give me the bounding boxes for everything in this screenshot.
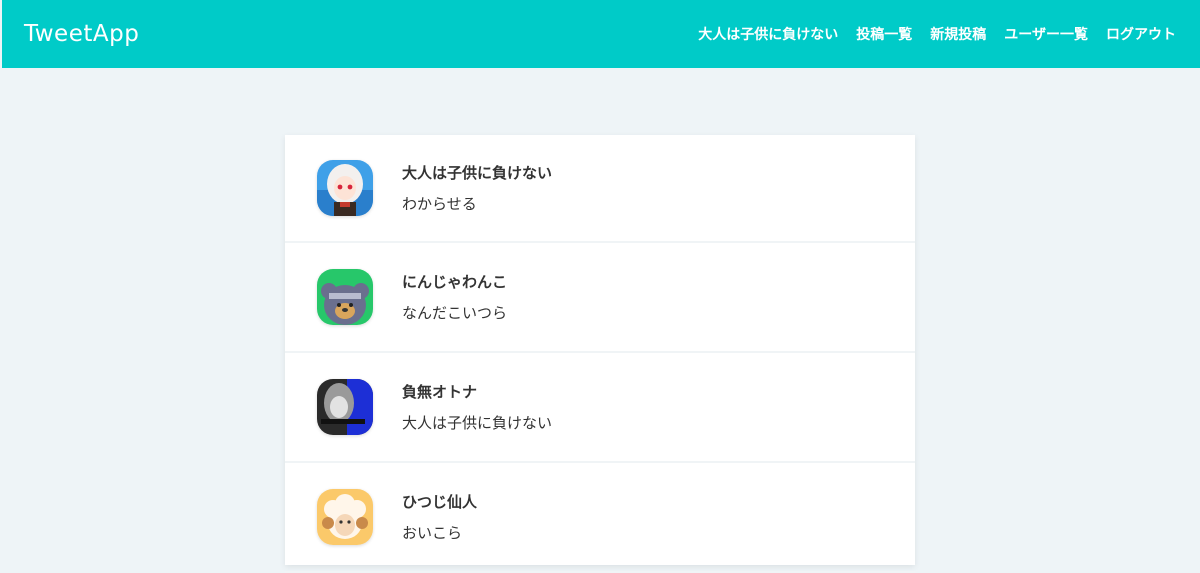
dark-anime-avatar[interactable]: [317, 379, 373, 435]
sheep-avatar[interactable]: [317, 489, 373, 545]
nav-user-name[interactable]: 大人は子供に負けない: [698, 24, 838, 44]
post-content: おいこら: [402, 524, 463, 542]
post-user-name[interactable]: にんじゃわんこ: [402, 271, 507, 292]
post-user-name[interactable]: ひつじ仙人: [402, 491, 477, 512]
post-content: 大人は子供に負けない: [402, 414, 553, 432]
nav-posts[interactable]: 投稿一覧: [856, 24, 912, 44]
post-content: なんだこいつら: [402, 304, 508, 322]
ninja-dog-avatar[interactable]: [317, 269, 373, 325]
post-user-name[interactable]: 大人は子供に負けない: [402, 162, 552, 183]
post-item[interactable]: 大人は子供に負けない わからせる: [285, 135, 915, 243]
nav-users[interactable]: ユーザー一覧: [1004, 24, 1088, 44]
header-nav: 大人は子供に負けない 投稿一覧 新規投稿 ユーザー一覧 ログアウト: [698, 24, 1176, 44]
post-item[interactable]: 負無オトナ 大人は子供に負けない: [285, 353, 915, 463]
app-header: TweetApp 大人は子供に負けない 投稿一覧 新規投稿 ユーザー一覧 ログア…: [2, 0, 1200, 68]
post-user-name[interactable]: 負無オトナ: [402, 381, 552, 402]
post-item[interactable]: にんじゃわんこ なんだこいつら: [285, 243, 915, 353]
nav-new-post[interactable]: 新規投稿: [930, 24, 986, 44]
post-content: わからせる: [402, 195, 477, 213]
app-logo[interactable]: TweetApp: [24, 21, 139, 47]
anime-girl-avatar[interactable]: [317, 160, 373, 216]
posts-list: 大人は子供に負けない わからせる にんじゃわんこ なんだこいつら 負無オトナ 大…: [285, 135, 915, 573]
post-item[interactable]: ひつじ仙人 おいこら: [285, 463, 915, 573]
nav-logout[interactable]: ログアウト: [1106, 24, 1176, 44]
